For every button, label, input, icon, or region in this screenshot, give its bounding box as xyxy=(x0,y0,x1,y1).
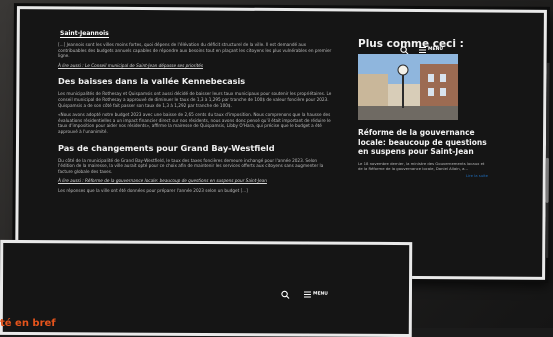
paragraph-quote: «Nous avons adopté notre budget 2023 ave… xyxy=(58,112,331,134)
related-article-title[interactable]: Réforme de la gouvernance locale: beauco… xyxy=(358,128,488,157)
related-sidebar: Plus comme ceci : Réforme de la gouverna… xyxy=(358,38,488,178)
heading-grand-bay: Pas de changements pour Grand Bay-Westfi… xyxy=(58,142,275,153)
menu-label: MENU xyxy=(312,291,328,297)
hamburger-icon xyxy=(303,291,311,298)
sidebar-title: Plus comme ceci : xyxy=(358,38,464,50)
related-article-photo[interactable] xyxy=(358,54,458,120)
search-icon[interactable] xyxy=(281,284,290,303)
paragraph-intro: [...] Jeannois sont les villes moins for… xyxy=(58,42,332,59)
article-body: [...] Jeannois sont les villes moins for… xyxy=(58,22,333,198)
section-label: té en bref xyxy=(0,318,56,329)
menu-button[interactable]: MENU xyxy=(303,291,328,298)
second-window: MENU xyxy=(0,239,413,337)
paragraph-rothesay: Les municipalités de Rothesay et Quispam… xyxy=(58,91,332,108)
second-window-header-actions: MENU xyxy=(281,284,328,303)
paragraph-trailing: Les réponses que la ville ont été donnée… xyxy=(58,187,248,193)
related-link-reforme[interactable]: À lire aussi : Réforme de la gouvernance… xyxy=(58,178,333,184)
scroll-thumb[interactable] xyxy=(545,157,549,203)
paragraph-grand-bay: Du côté de la municipalité de Grand Bay-… xyxy=(58,157,324,174)
related-article-blurb: Le 18 novembre dernier, la ministre des … xyxy=(358,160,485,171)
related-link-conseil[interactable]: À lire aussi : Le Conseil municipal de S… xyxy=(58,63,333,69)
read-more-link[interactable]: Lire la suite xyxy=(358,173,488,178)
heading-kennebecasis: Des baisses dans la vallée Kennebecasis xyxy=(58,76,246,87)
town-square-image xyxy=(358,54,458,120)
